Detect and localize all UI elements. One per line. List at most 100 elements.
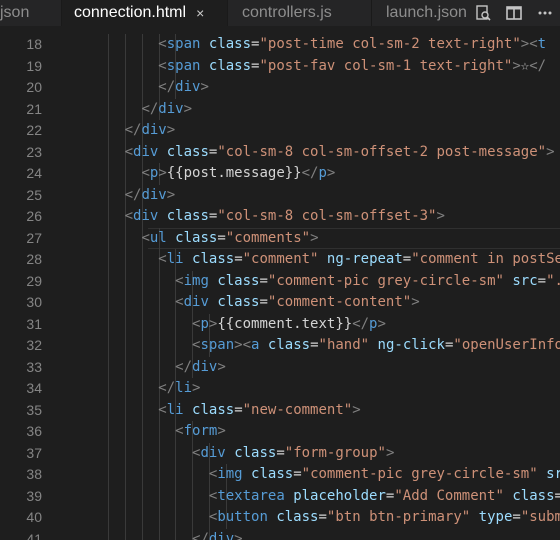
code-token: sr bbox=[546, 466, 560, 482]
code-text: <div class="comment-content"> bbox=[175, 292, 420, 314]
more-icon[interactable] bbox=[535, 3, 555, 23]
code-token: = bbox=[293, 466, 302, 482]
code-token: ul bbox=[149, 229, 167, 246]
code-line[interactable]: 27 <ul class="comments"> bbox=[0, 227, 560, 249]
code-line[interactable]: 39 <textarea placeholder="Add Comment" cl… bbox=[0, 485, 560, 507]
code-token: "comment-content" bbox=[267, 294, 412, 310]
indent-guide bbox=[141, 270, 143, 292]
code-token: < bbox=[175, 423, 184, 439]
line-number: 26 bbox=[26, 208, 42, 224]
indent-guide bbox=[108, 378, 109, 400]
code-token: class bbox=[217, 272, 260, 289]
indent-guide bbox=[141, 378, 143, 400]
code-token: > bbox=[234, 337, 243, 353]
line-number: 33 bbox=[26, 358, 42, 375]
code-token: > bbox=[192, 380, 201, 396]
code-line[interactable]: 23 <div class="col-sm-8 col-sm-offset-2 p… bbox=[0, 141, 560, 164]
code-token: "comment-pic grey-circle-sm" bbox=[267, 272, 504, 289]
line-number: 23 bbox=[26, 143, 42, 160]
close-icon[interactable]: × bbox=[196, 5, 204, 21]
code-line[interactable]: 35 <li class="new-comment"> bbox=[0, 399, 560, 422]
code-token: "comment in postSe bbox=[411, 251, 560, 267]
code-content: </div> bbox=[74, 120, 560, 142]
code-token: form bbox=[183, 423, 218, 439]
code-line[interactable]: 41 </div> bbox=[0, 528, 560, 540]
code-line[interactable]: 38 <img class="comment-pic grey-circle-sm… bbox=[0, 464, 560, 486]
code-token: < bbox=[124, 208, 134, 224]
indent-guide bbox=[192, 485, 194, 507]
indent-guide bbox=[158, 421, 160, 443]
indent-guide bbox=[124, 249, 126, 271]
code-token: div bbox=[158, 100, 184, 117]
code-line[interactable]: 31 <p>{{comment.text}}</p> bbox=[0, 313, 560, 336]
indent-guide bbox=[141, 313, 143, 335]
code-token: "comment" bbox=[242, 251, 319, 267]
code-content: <img class="comment-pic grey-circle-sm" … bbox=[74, 270, 560, 292]
code-token: "openUserInfo bbox=[453, 337, 560, 353]
code-token: class bbox=[208, 57, 252, 74]
code-line[interactable]: 18 <span class="post-time col-sm-2 text-r… bbox=[0, 34, 560, 56]
line-number: 18 bbox=[26, 36, 42, 52]
indent-guide bbox=[141, 55, 143, 77]
code-text: <li class="new-comment"> bbox=[158, 400, 360, 422]
code-line[interactable]: 19 <span class="post-fav col-sm-1 text-ri… bbox=[0, 55, 560, 77]
code-editor[interactable]: 18 <span class="post-time col-sm-2 text-r… bbox=[0, 34, 560, 540]
code-token: "post-fav col-sm-1 text-right" bbox=[259, 57, 513, 74]
code-token: > bbox=[326, 165, 336, 181]
code-text: <p>{{comment.text}}</p> bbox=[192, 314, 386, 336]
line-number: 38 bbox=[26, 466, 42, 482]
code-token: li bbox=[166, 251, 184, 267]
code-content: <span class="post-fav col-sm-1 text-righ… bbox=[74, 55, 560, 77]
indent-guide bbox=[141, 356, 143, 378]
code-line[interactable]: 33 </div> bbox=[0, 356, 560, 378]
code-token: > bbox=[200, 79, 209, 95]
code-line[interactable]: 28 <li class="comment" ng-repeat="comment… bbox=[0, 249, 560, 271]
code-line[interactable]: 22 </div> bbox=[0, 120, 560, 142]
indent-guide bbox=[108, 34, 109, 56]
code-token: "col-sm-8 col-sm-offset-3" bbox=[217, 208, 437, 224]
code-line[interactable]: 26 <div class="col-sm-8 col-sm-offset-3"> bbox=[0, 206, 560, 228]
code-line[interactable]: 36 <form> bbox=[0, 421, 560, 443]
code-token: > bbox=[352, 401, 361, 418]
code-content: <button class="btn btn-primary" type="su… bbox=[74, 507, 560, 529]
indent-guide bbox=[158, 528, 160, 540]
code-token: < bbox=[124, 143, 134, 160]
indent-guide bbox=[158, 270, 160, 292]
open-changes-icon[interactable] bbox=[473, 3, 493, 23]
code-token: {{post.message}} bbox=[166, 165, 302, 181]
code-token: class bbox=[267, 337, 311, 353]
code-line[interactable]: 40 <button class="btn btn-primary" type="… bbox=[0, 507, 560, 529]
indent-guide bbox=[175, 335, 177, 357]
code-token: "col-sm-8 col-sm-offset-2 post-message" bbox=[217, 143, 547, 160]
code-token: < bbox=[141, 229, 150, 246]
indent-guide bbox=[158, 442, 160, 464]
code-token: div bbox=[133, 143, 159, 160]
code-content: <li class="new-comment"> bbox=[74, 399, 560, 422]
code-token: class bbox=[166, 143, 209, 160]
line-number: 28 bbox=[26, 251, 42, 267]
code-line[interactable]: 25 </div> bbox=[0, 184, 560, 206]
code-line[interactable]: 32 <span><a class="hand" ng-click="openUs… bbox=[0, 335, 560, 357]
code-token: = bbox=[512, 509, 521, 525]
tab-connection-html[interactable]: connection.html × bbox=[62, 0, 228, 26]
code-text: <div class="col-sm-8 col-sm-offset-2 pos… bbox=[125, 142, 555, 164]
code-line[interactable]: 37 <div class="form-group"> bbox=[0, 442, 560, 464]
code-line[interactable]: 34 </li> bbox=[0, 378, 560, 400]
indent-guide bbox=[192, 464, 194, 486]
code-line[interactable]: 29 <img class="comment-pic grey-circle-sm… bbox=[0, 270, 560, 292]
code-line[interactable]: 24 <p>{{post.message}}</p> bbox=[0, 163, 560, 185]
tab-controllers-js[interactable]: controllers.js bbox=[228, 0, 372, 26]
code-token: div bbox=[175, 79, 201, 95]
code-line[interactable]: 21 </div> bbox=[0, 98, 560, 120]
tab-json[interactable]: json bbox=[0, 0, 62, 26]
code-line[interactable]: 20 </div> bbox=[0, 77, 560, 99]
code-line[interactable]: 30 <div class="comment-content"> bbox=[0, 292, 560, 314]
code-token: </ bbox=[158, 380, 176, 396]
split-editor-icon[interactable] bbox=[504, 3, 524, 23]
